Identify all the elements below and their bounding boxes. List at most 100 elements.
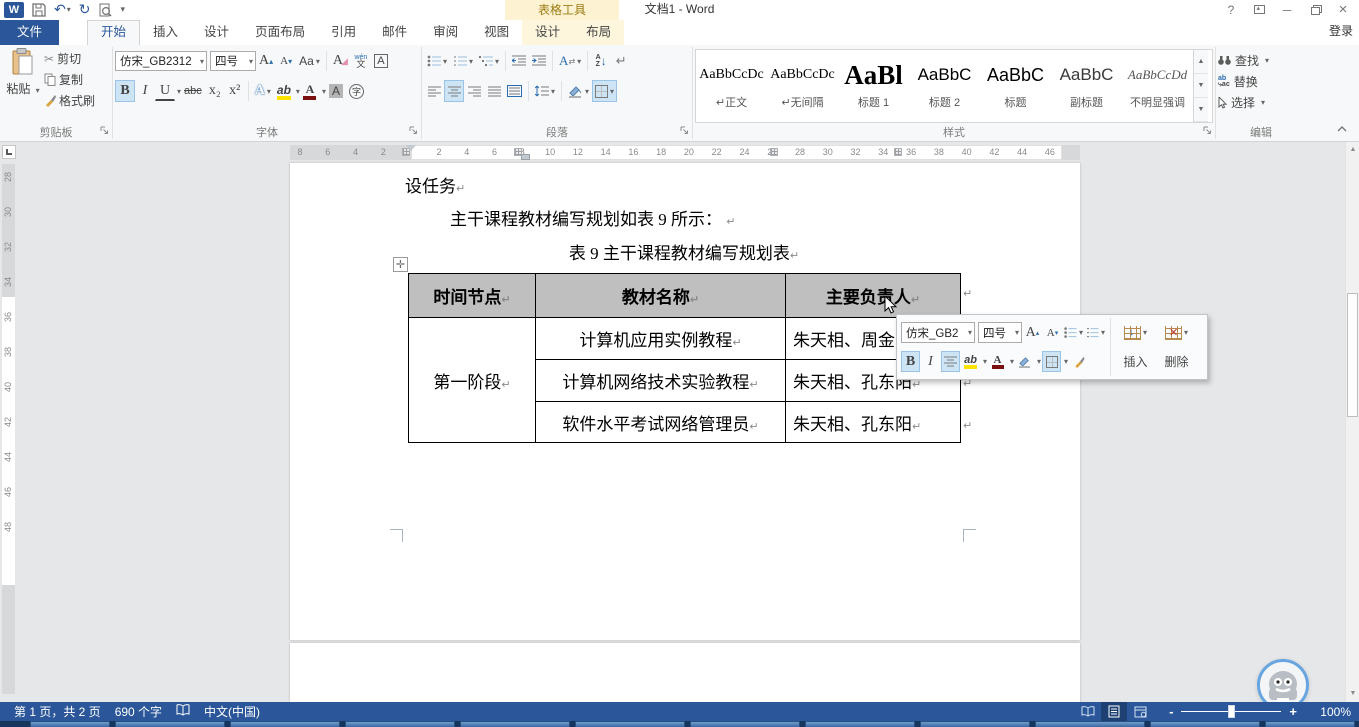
clipboard-dialog-launcher-icon[interactable] — [100, 124, 109, 138]
table-column-marker[interactable] — [770, 148, 778, 156]
help-icon[interactable]: ? — [1217, 0, 1245, 19]
tab-home[interactable]: 开始 — [87, 20, 140, 45]
character-shading-button[interactable]: A — [326, 80, 346, 102]
scroll-up-icon[interactable]: ▲ — [1346, 142, 1359, 156]
minimize-icon[interactable]: ─ — [1273, 0, 1301, 19]
tab-mailings[interactable]: 邮件 — [369, 20, 420, 45]
mini-bold-button[interactable]: B — [901, 351, 920, 372]
zoom-in-button[interactable]: + — [1289, 704, 1297, 719]
phonetic-guide-button[interactable]: wén文 — [351, 50, 371, 72]
copy-button[interactable]: 复制 — [44, 69, 95, 90]
text-effects-button[interactable]: A▾ — [252, 80, 274, 102]
header-cell[interactable]: 教材名称↵ — [536, 274, 786, 318]
align-left-button[interactable] — [424, 80, 444, 102]
scrollbar-thumb[interactable] — [1347, 293, 1358, 417]
language-indicator[interactable]: 中文(中国) — [204, 703, 260, 720]
course-cell[interactable]: 软件水平考试网络管理员↵ — [536, 402, 786, 443]
zoom-out-button[interactable]: - — [1169, 704, 1173, 719]
stage-cell[interactable]: 第一阶段↵ — [409, 318, 536, 443]
shrink-font-button[interactable]: A▾ — [276, 50, 296, 72]
mini-italic-button[interactable]: I — [921, 351, 940, 372]
document-table[interactable]: 时间节点↵ 教材名称↵ 主要负责人↵ 第一阶段↵ 计算机应用实例教程↵ 朱天相、… — [408, 273, 961, 443]
taskbar-button[interactable] — [30, 721, 110, 727]
web-layout-icon[interactable] — [1127, 702, 1153, 721]
distribute-button[interactable] — [504, 80, 525, 102]
sign-in-link[interactable]: 登录 — [1329, 22, 1353, 39]
mini-numbering-button[interactable]: ▾ — [1085, 322, 1106, 343]
line-spacing-button[interactable]: ▾ — [532, 80, 558, 102]
taskbar-button[interactable] — [1150, 721, 1260, 727]
subscript-button[interactable]: x₂ — [205, 80, 225, 102]
table-move-handle-icon[interactable]: ✛ — [393, 257, 408, 272]
font-color-button[interactable]: A — [300, 80, 320, 102]
taskbar-button[interactable] — [690, 721, 800, 727]
decrease-indent-button[interactable] — [509, 50, 529, 72]
bold-button[interactable]: B — [115, 80, 135, 102]
zoom-level[interactable]: 100% — [1307, 705, 1351, 719]
paragraph-dialog-launcher-icon[interactable] — [680, 124, 689, 138]
insert-button[interactable]: 插入 — [1115, 347, 1156, 376]
tab-selector[interactable] — [2, 145, 16, 159]
mini-bullets-button[interactable]: ▾ — [1063, 322, 1084, 343]
mini-font-color-button[interactable]: A — [988, 351, 1007, 372]
select-button[interactable]: 选择▾ — [1218, 92, 1304, 113]
tab-file[interactable]: 文件 — [0, 20, 59, 45]
scroll-down-icon[interactable]: ▼ — [1346, 686, 1359, 700]
page-2[interactable] — [290, 643, 1080, 702]
taskbar-button[interactable] — [460, 721, 570, 727]
zoom-slider[interactable] — [1181, 702, 1281, 721]
word-count[interactable]: 690 个字 — [115, 703, 162, 720]
page-indicator[interactable]: 第 1 页，共 2 页 — [14, 703, 101, 720]
taskbar-button[interactable] — [345, 721, 455, 727]
styles-dialog-launcher-icon[interactable] — [1203, 124, 1212, 138]
style-normal[interactable]: AaBbCcDc↵正文 — [696, 50, 767, 122]
owner-cell[interactable]: 朱天相、孔东阳↵ — [786, 402, 961, 443]
superscript-button[interactable]: x² — [225, 80, 245, 102]
style-heading1[interactable]: AaBl标题 1 — [838, 50, 909, 122]
paste-button[interactable]: 粘贴 ▾ — [2, 48, 44, 116]
mini-shading-button[interactable] — [1015, 351, 1034, 372]
tab-review[interactable]: 审阅 — [420, 20, 471, 45]
header-cell[interactable]: 时间节点↵ — [409, 274, 536, 318]
table-caption[interactable]: 表 9 主干课程教材编写规划表↵ — [408, 239, 960, 264]
tab-design[interactable]: 设计 — [191, 20, 242, 45]
insert-rows-icon[interactable]: ↓▾ — [1115, 318, 1156, 347]
clear-formatting-button[interactable]: A◢ — [330, 50, 351, 72]
style-heading2[interactable]: AaBbC标题 2 — [909, 50, 980, 122]
restore-icon[interactable] — [1301, 0, 1329, 19]
asian-layout-button[interactable]: A⇄▾ — [556, 50, 584, 72]
style-scroll-up-icon[interactable]: ▲ — [1194, 50, 1208, 74]
highlight-color-button[interactable]: ab — [274, 80, 294, 102]
format-painter-button[interactable]: 格式刷 — [44, 90, 95, 111]
italic-button[interactable]: I — [135, 80, 155, 102]
paragraph-text[interactable]: 设任务↵ — [405, 172, 465, 197]
numbering-button[interactable]: ▾ — [450, 50, 476, 72]
collapse-ribbon-icon[interactable] — [1337, 121, 1347, 135]
taskbar-button[interactable] — [230, 721, 340, 727]
change-case-button[interactable]: Aa▾ — [296, 50, 323, 72]
tab-table-layout[interactable]: 布局 — [573, 20, 624, 45]
first-line-indent-marker[interactable] — [406, 145, 416, 156]
table-column-marker[interactable] — [894, 148, 902, 156]
tab-table-design[interactable]: 设计 — [522, 20, 573, 45]
style-gallery-more-icon[interactable]: ▼ — [1194, 98, 1208, 122]
taskbar-button[interactable] — [575, 721, 685, 727]
taskbar-button[interactable] — [920, 721, 1030, 727]
taskbar-button[interactable] — [1265, 721, 1355, 727]
vertical-scrollbar[interactable]: ▲ ▼ — [1345, 142, 1359, 702]
font-name-combo[interactable]: 仿宋_GB2312▾ — [115, 51, 207, 71]
style-subtitle[interactable]: AaBbC副标题 — [1051, 50, 1122, 122]
strikethrough-button[interactable]: abc — [181, 80, 205, 102]
justify-button[interactable] — [484, 80, 504, 102]
taskbar-button[interactable] — [805, 721, 915, 727]
undo-dropdown-icon[interactable]: ▾ — [67, 5, 71, 14]
style-scroll-down-icon[interactable]: ▼ — [1194, 74, 1208, 98]
ribbon-options-icon[interactable] — [1245, 0, 1273, 19]
course-cell[interactable]: 计算机网络技术实验教程↵ — [536, 360, 786, 402]
delete-button[interactable]: 删除 — [1156, 347, 1197, 376]
style-no-spacing[interactable]: AaBbCcDc↵无间隔 — [767, 50, 838, 122]
print-preview-icon[interactable] — [98, 3, 112, 17]
show-marks-button[interactable]: ↵ — [611, 50, 631, 72]
borders-button[interactable]: ▾ — [592, 80, 617, 102]
align-center-button[interactable] — [444, 80, 464, 102]
